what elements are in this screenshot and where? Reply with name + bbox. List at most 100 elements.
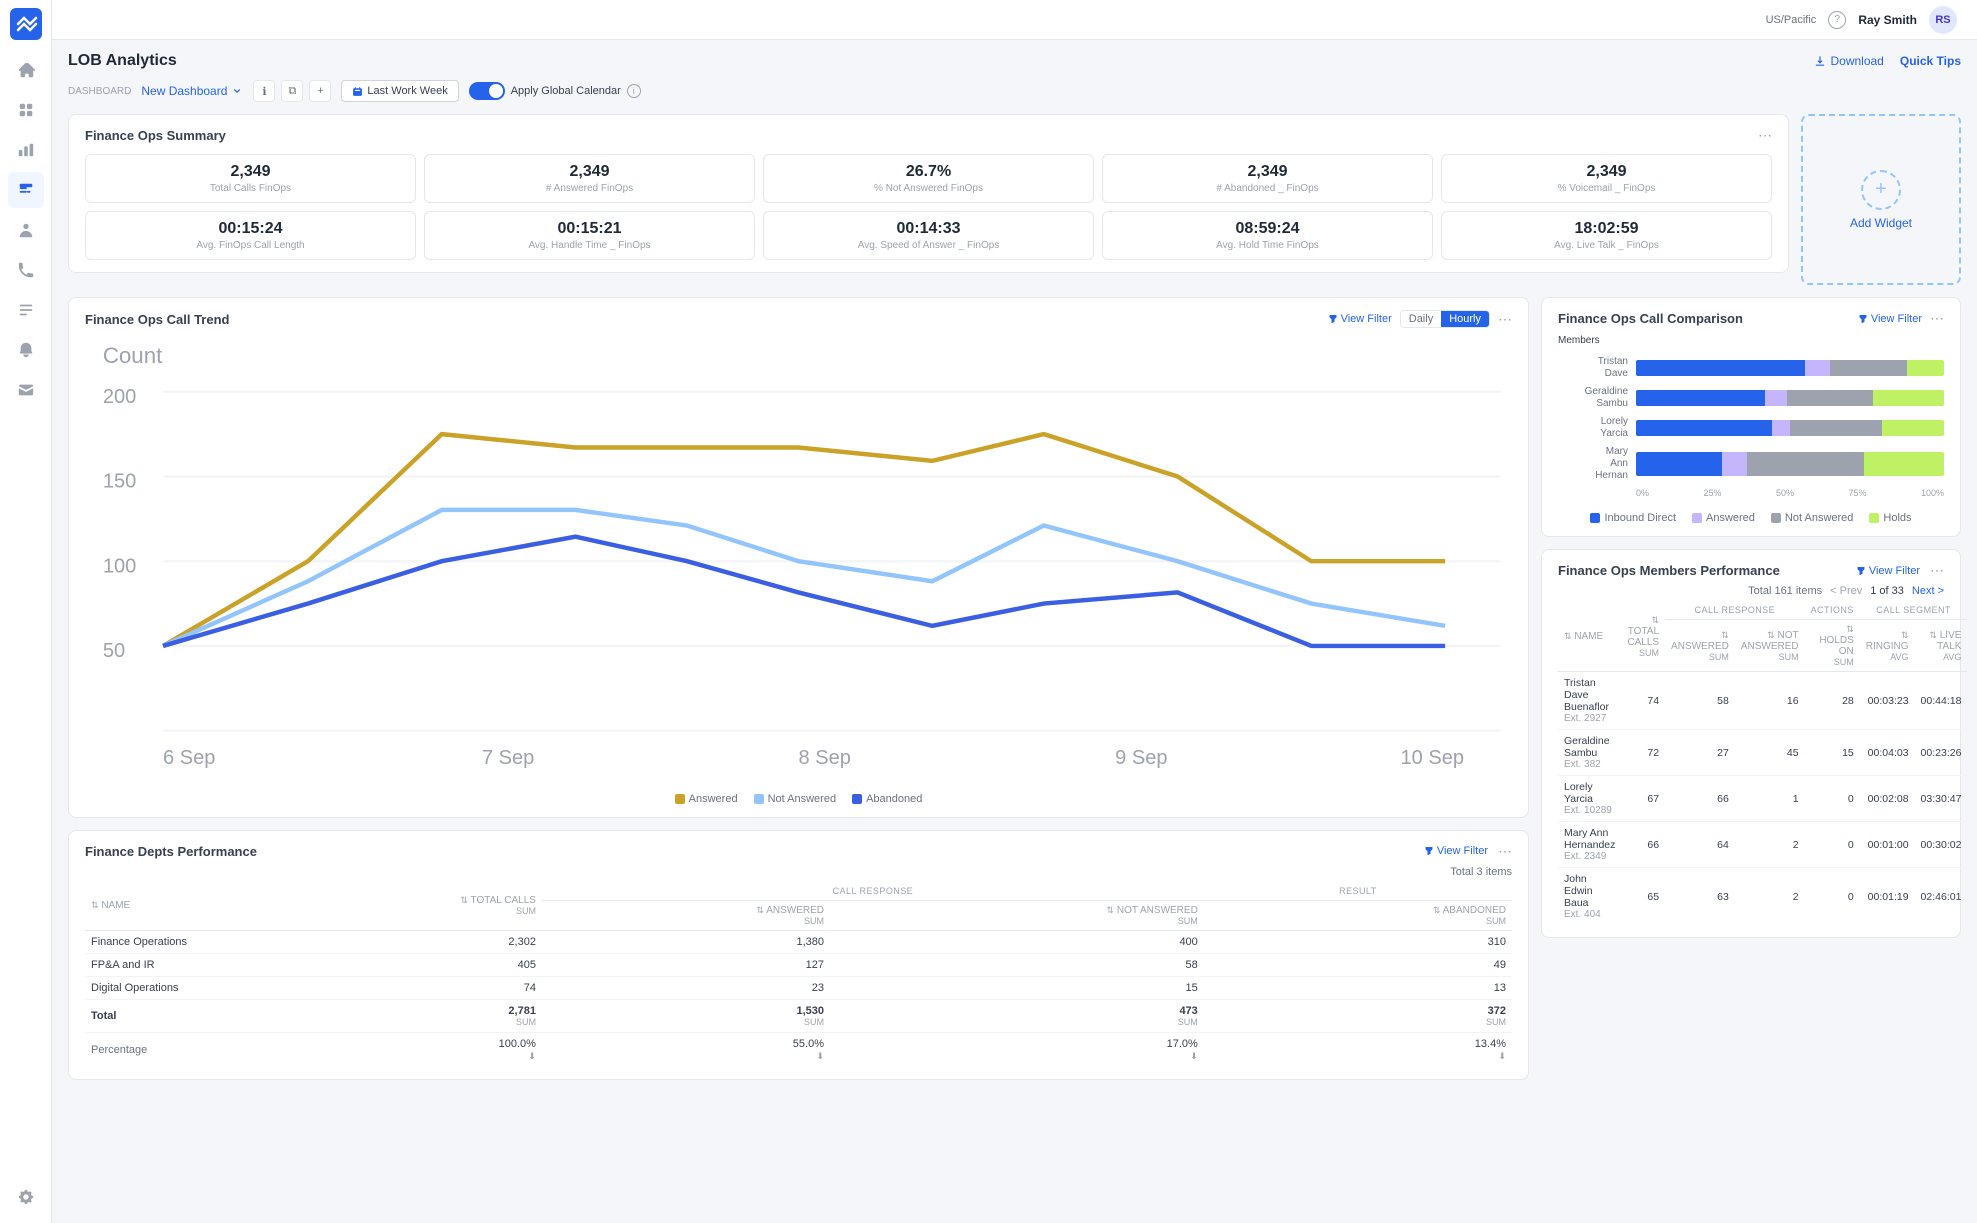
tab-hourly[interactable]: Hourly: [1441, 311, 1489, 327]
download-button[interactable]: Download: [1814, 54, 1883, 68]
legend-holds-label: Holds: [1883, 512, 1911, 524]
metric-value-0: 2,349: [98, 163, 403, 181]
bar-label-1: GeraldineSambu: [1558, 386, 1628, 410]
call-comparison-filter-button[interactable]: View Filter: [1858, 313, 1922, 325]
table-row: Lorely YarciaExt. 10289 67 66 1 0 00:02:…: [1558, 776, 1967, 822]
tab-daily[interactable]: Daily: [1401, 311, 1441, 327]
left-column: Finance Ops Call Trend View Filter Daily…: [68, 297, 1529, 1080]
legend-answered-bar-label: Answered: [1706, 512, 1755, 524]
legend-inbound: Inbound Direct: [1590, 512, 1676, 524]
call-trend-menu-button[interactable]: ⋯: [1498, 311, 1512, 328]
call-trend-title: Finance Ops Call Trend: [85, 312, 229, 327]
svg-text:50: 50: [103, 640, 125, 662]
app-logo[interactable]: [10, 8, 42, 40]
sidebar-item-list[interactable]: [8, 292, 44, 328]
user-avatar[interactable]: RS: [1929, 6, 1957, 34]
summary-metrics-row2: 00:15:24 Avg. FinOps Call Length 00:15:2…: [85, 211, 1772, 260]
prev-page-button[interactable]: < Prev: [1830, 585, 1862, 597]
call-trend-card: Finance Ops Call Trend View Filter Daily…: [68, 297, 1529, 818]
bar-inbound-3: [1636, 452, 1722, 476]
bar-answered-3: [1722, 452, 1747, 476]
call-trend-filter-button[interactable]: View Filter: [1328, 313, 1392, 325]
bar-track-3: [1636, 452, 1944, 476]
metric-label-8: Avg. Hold Time FinOps: [1115, 240, 1420, 251]
dashboard-name[interactable]: New Dashboard: [141, 84, 243, 98]
legend-holds-icon: [1869, 513, 1879, 523]
metric-value-6: 00:15:21: [437, 220, 742, 238]
dept-filter-button[interactable]: View Filter: [1424, 845, 1488, 857]
toggle-info[interactable]: i: [627, 84, 641, 98]
bar-label-2: LorelyYarcia: [1558, 416, 1628, 440]
help-button[interactable]: ?: [1828, 11, 1846, 29]
sidebar-item-reports[interactable]: [8, 172, 44, 208]
sidebar-item-analytics[interactable]: [8, 132, 44, 168]
svg-text:6 Sep: 6 Sep: [163, 747, 215, 769]
sidebar-item-mail[interactable]: [8, 372, 44, 408]
metric-speed-answer: 00:14:33 Avg. Speed of Answer _ FinOps: [763, 211, 1094, 260]
legend-answered: Answered: [675, 793, 738, 805]
content-area: LOB Analytics Download Quick Tips DASHBO…: [52, 40, 1977, 1223]
page-header: LOB Analytics Download Quick Tips: [68, 52, 1961, 70]
calendar-button[interactable]: Last Work Week: [341, 80, 458, 102]
sidebar-item-user[interactable]: [8, 212, 44, 248]
metric-label-2: % Not Answered FinOps: [776, 183, 1081, 194]
table-row: Finance Operations 2,302 1,380 400 310: [85, 930, 1512, 953]
next-page-button[interactable]: Next >: [1912, 585, 1944, 597]
copy-button[interactable]: ⧉: [281, 80, 303, 102]
members-pagination-bar: Total 161 items < Prev 1 of 33 Next >: [1558, 585, 1944, 597]
sidebar-item-grid[interactable]: [8, 92, 44, 128]
summary-card-header: Finance Ops Summary ⋯: [85, 127, 1772, 144]
download-label: Download: [1830, 54, 1883, 68]
sidebar-item-home[interactable]: [8, 52, 44, 88]
legend-not-answered-bar-label: Not Answered: [1785, 512, 1853, 524]
metric-value-5: 00:15:24: [98, 220, 403, 238]
members-menu-button[interactable]: ⋯: [1930, 562, 1944, 579]
summary-menu-button[interactable]: ⋯: [1758, 127, 1772, 144]
sidebar-item-phone[interactable]: [8, 252, 44, 288]
metric-label-7: Avg. Speed of Answer _ FinOps: [776, 240, 1081, 251]
members-table-header: Finance Ops Members Performance View Fil…: [1558, 562, 1944, 579]
metric-label-4: % Voicemail _ FinOps: [1454, 183, 1759, 194]
bar-notanswered-0: [1830, 360, 1907, 376]
metric-label-3: # Abandoned _ FinOps: [1115, 183, 1420, 194]
dept-performance-card: Finance Depts Performance View Filter ⋯ …: [68, 830, 1529, 1080]
add-widget-area[interactable]: + Add Widget: [1801, 114, 1961, 285]
toggle-label: Apply Global Calendar: [511, 85, 621, 97]
dept-menu-button[interactable]: ⋯: [1498, 843, 1512, 860]
toggle-switch[interactable]: [469, 82, 505, 100]
metric-label-6: Avg. Handle Time _ FinOps: [437, 240, 742, 251]
dashboard-section-label: DASHBOARD: [68, 86, 131, 97]
svg-text:100: 100: [103, 555, 136, 577]
legend-not-answered-bar-icon: [1771, 513, 1781, 523]
metric-answered: 2,349 # Answered FinOps: [424, 154, 755, 203]
metric-call-length: 00:15:24 Avg. FinOps Call Length: [85, 211, 416, 260]
legend-not-answered-label: Not Answered: [768, 793, 836, 805]
legend-answered-bar: Answered: [1692, 512, 1755, 524]
bar-row-tristan: TristanDave: [1558, 356, 1944, 380]
topbar: US/Pacific ? Ray Smith RS: [52, 0, 1977, 40]
call-comparison-menu-button[interactable]: ⋯: [1930, 310, 1944, 327]
table-pct-row: Percentage 100.0%⬇ 55.0%⬇ 17.0%⬇ 13.4%⬇: [85, 1032, 1512, 1067]
charts-section: Finance Ops Call Trend View Filter Daily…: [68, 297, 1961, 1080]
sidebar: [0, 0, 52, 1223]
add-button[interactable]: +: [309, 80, 331, 102]
call-trend-actions: View Filter Daily Hourly ⋯: [1328, 310, 1512, 328]
dashboard-actions: ℹ ⧉ +: [253, 80, 331, 102]
legend-abandoned-label: Abandoned: [866, 793, 922, 805]
members-performance-table: ⇅ Name ⇅ Total CallsSUM CALL RESPONSE AC…: [1558, 601, 1967, 925]
table-row: Digital Operations 74 23 15 13: [85, 976, 1512, 999]
summary-metrics-row1: 2,349 Total Calls FinOps 2,349 # Answere…: [85, 154, 1772, 203]
svg-text:8 Sep: 8 Sep: [799, 747, 851, 769]
quick-tips-button[interactable]: Quick Tips: [1900, 54, 1961, 68]
sidebar-item-settings[interactable]: [8, 1179, 44, 1215]
metric-value-7: 00:14:33: [776, 220, 1081, 238]
legend-abandoned: Abandoned: [852, 793, 922, 805]
members-filter-button[interactable]: View Filter: [1856, 565, 1920, 577]
info-button[interactable]: ℹ: [253, 80, 275, 102]
members-table-title: Finance Ops Members Performance: [1558, 563, 1780, 578]
table-row: John Edwin BauaExt. 404 65 63 2 0 00:01:…: [1558, 868, 1967, 926]
call-comparison-filter-label: View Filter: [1871, 313, 1922, 325]
sidebar-item-bell[interactable]: [8, 332, 44, 368]
metric-abandoned: 2,349 # Abandoned _ FinOps: [1102, 154, 1433, 203]
timezone-label: US/Pacific: [1766, 14, 1817, 26]
